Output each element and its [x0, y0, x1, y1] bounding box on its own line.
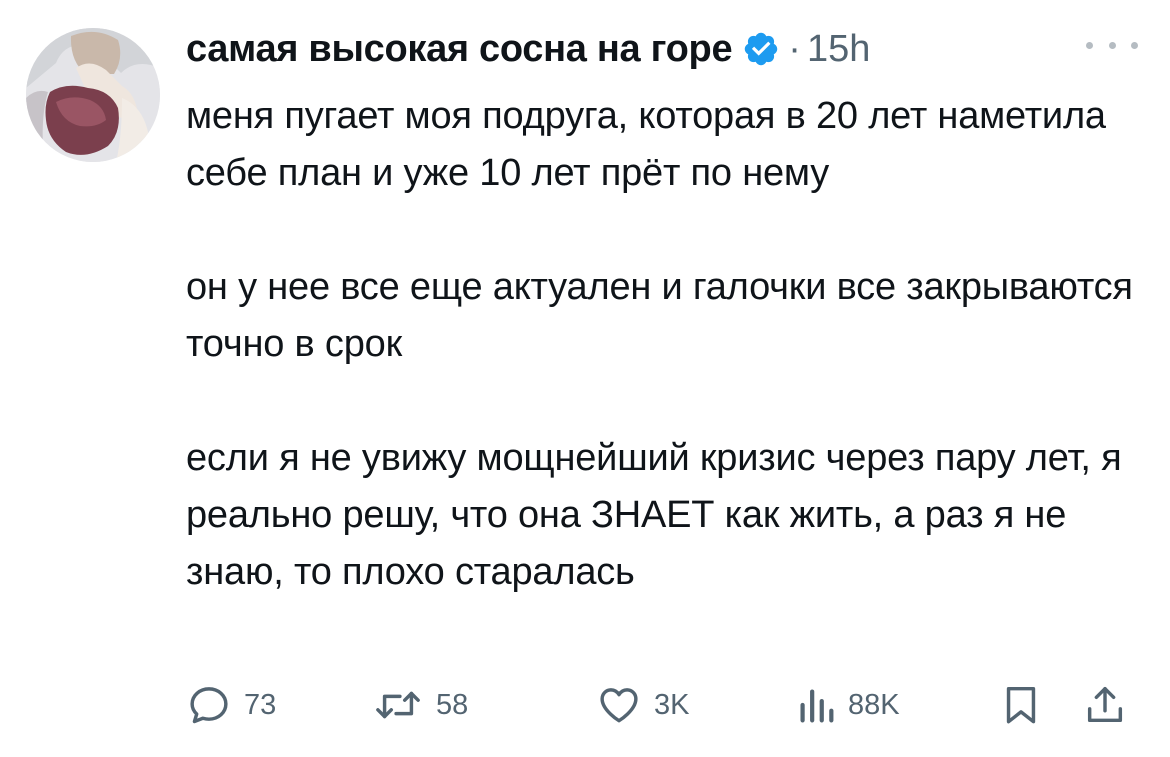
views-count: 88K [848, 688, 900, 721]
avatar[interactable] [26, 28, 160, 162]
reply-button[interactable]: 73 [186, 680, 276, 730]
author-name[interactable]: самая высокая сосна на горе [186, 28, 733, 71]
retweet-count: 58 [436, 688, 469, 721]
views-chart-icon [800, 689, 834, 723]
reply-count: 73 [244, 688, 277, 721]
share-icon [1087, 686, 1123, 723]
tweet-header: самая высокая сосна на горе · 15h [186, 24, 870, 74]
tweet-paragraph: меня пугает моя подруга, которая в 20 ле… [186, 95, 1106, 194]
heart-icon [600, 688, 638, 723]
tweet-card[interactable]: самая высокая сосна на горе · 15h меня п… [0, 0, 1170, 757]
like-count: 3K [654, 688, 690, 721]
retweet-button[interactable]: 58 [372, 680, 468, 730]
reply-icon [190, 687, 228, 724]
timestamp[interactable]: 15h [807, 28, 870, 71]
bookmark-icon [1006, 686, 1036, 724]
tweet-paragraph: если я не увижу мощнейший кризис через п… [186, 437, 1122, 593]
action-bar: 73 58 3K 88K [186, 680, 1136, 730]
share-button[interactable] [1082, 680, 1128, 730]
bookmark-button[interactable] [998, 680, 1044, 730]
more-icon[interactable] [1086, 30, 1138, 60]
views-button[interactable]: 88K [796, 680, 900, 730]
tweet-text: меня пугает моя подруга, которая в 20 ле… [186, 88, 1146, 601]
retweet-icon [376, 691, 420, 719]
like-button[interactable]: 3K [596, 680, 689, 730]
avatar-image [26, 28, 160, 162]
verified-badge-icon[interactable] [742, 30, 780, 68]
separator-dot: · [788, 27, 801, 70]
tweet-paragraph: он у нее все еще актуален и галочки все … [186, 266, 1133, 365]
